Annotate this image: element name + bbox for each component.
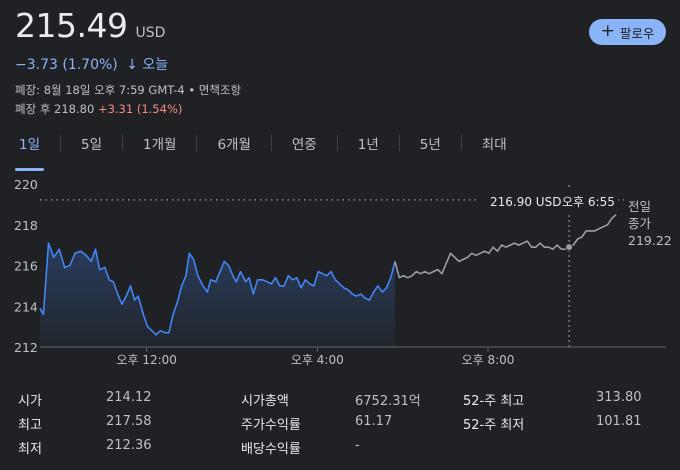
x-tick-label: 오후 8:00 [462,353,515,367]
tooltip-time: 오후 6:55 [562,195,615,209]
chart-overlay: 216.90 USD 오후 6:55 전일 종가 219.22 [480,189,672,248]
stat-label: 52-주 최저 [463,418,525,433]
stats-row: 최고 217.58 주가수익률 61.17 52-주 최저 101.81 [18,414,668,436]
stat-value: 217.58 [106,414,152,429]
stat-value: 214.12 [106,390,152,405]
stat-value: 101.81 [596,414,642,429]
prev-close-label-line1: 전일 [628,199,651,214]
stat-label: 최저 [18,442,42,457]
y-tick-label: 218 [14,218,38,233]
stat-value: 313.80 [596,390,642,405]
x-tick-label: 오후 4:00 [291,353,344,367]
price-chart[interactable]: 212 214 216 218 220 오후 12:00 오후 4:00 오후 8:00 21… [0,0,680,380]
stat-value: - [355,438,360,453]
stat-value: 212.36 [106,438,152,453]
stats-row: 최저 212.36 배당수익률 - [18,438,668,460]
stat-label: 시가총액 [241,394,289,409]
x-tick-label: 오후 12:00 [116,353,176,367]
stats-row: 시가 214.12 시가총액 6752.31억 52-주 최고 313.80 [18,390,668,412]
tooltip-price: 216.90 USD [490,195,561,209]
regular-session-area [40,243,395,347]
prev-close-label-line2: 종가 [628,216,652,231]
y-tick-label: 216 [14,259,38,274]
stat-label: 최고 [18,418,42,433]
after-hours-line [394,214,617,279]
stat-label: 52-주 최고 [463,394,525,409]
stat-label: 시가 [18,394,42,409]
stat-value: 6752.31억 [355,394,421,409]
y-tick-label: 220 [14,177,38,192]
y-tick-label: 214 [14,299,38,314]
prev-close-value: 219.22 [628,233,672,248]
stat-value: 61.17 [355,414,393,429]
stat-label: 배당수익률 [241,442,301,457]
y-tick-label: 212 [14,340,38,355]
stat-label: 주가수익률 [241,418,301,433]
hover-point [565,243,574,252]
